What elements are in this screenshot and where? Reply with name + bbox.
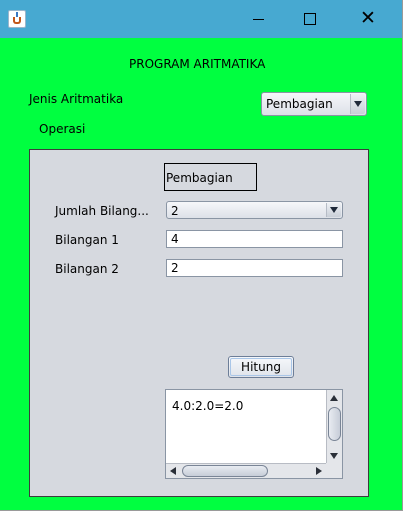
- operation-panel: Pembagian Jumlah Bilang... 2 Bilangan 1 …: [29, 149, 369, 497]
- cup-shape: [13, 17, 21, 24]
- bilangan-2-label: Bilangan 2: [55, 262, 119, 276]
- scroll-down-icon[interactable]: [330, 453, 338, 459]
- jumlah-bilangan-combo[interactable]: 2: [166, 201, 343, 219]
- vertical-scroll-thumb[interactable]: [328, 407, 341, 441]
- content-pane: PROGRAM ARITMATIKA Jenis Aritmatika Pemb…: [0, 38, 402, 510]
- bilangan-1-label: Bilangan 1: [55, 233, 119, 247]
- scroll-corner: [326, 463, 342, 478]
- java-app-icon[interactable]: [8, 10, 26, 28]
- chevron-down-icon[interactable]: [326, 203, 341, 217]
- jumlah-bilangan-value: 2: [171, 204, 179, 218]
- maximize-button[interactable]: [287, 0, 333, 38]
- operation-name-box: Pembagian: [164, 163, 257, 191]
- horizontal-scrollbar[interactable]: [166, 463, 326, 478]
- chevron-down-icon[interactable]: [350, 94, 365, 114]
- minimize-button[interactable]: [236, 0, 282, 38]
- scroll-right-icon[interactable]: [316, 467, 322, 475]
- horizontal-scroll-thumb[interactable]: [182, 465, 268, 477]
- operasi-label: Operasi: [39, 122, 86, 136]
- jenis-aritmatika-combo[interactable]: Pembagian: [261, 92, 367, 116]
- hitung-button[interactable]: Hitung: [228, 356, 294, 378]
- close-button[interactable]: ✕: [345, 0, 391, 38]
- scroll-left-icon[interactable]: [170, 467, 176, 475]
- result-scroll-pane: 4.0:2.0=2.0: [165, 389, 343, 479]
- page-title: PROGRAM ARITMATIKA: [129, 57, 266, 71]
- vertical-scrollbar[interactable]: [326, 390, 342, 464]
- bilangan-1-input[interactable]: [167, 231, 342, 247]
- app-window: ✕ PROGRAM ARITMATIKA Jenis Aritmatika Pe…: [0, 0, 403, 511]
- result-textarea[interactable]: 4.0:2.0=2.0: [166, 390, 326, 464]
- result-text: 4.0:2.0=2.0: [172, 399, 244, 413]
- jumlah-bilangan-label: Jumlah Bilang...: [55, 204, 149, 218]
- minimize-icon: [253, 19, 264, 20]
- scroll-up-icon[interactable]: [330, 395, 338, 401]
- bilangan-2-input[interactable]: [167, 260, 342, 276]
- jenis-aritmatika-value: Pembagian: [266, 97, 333, 111]
- operation-name-label: Pembagian: [166, 171, 233, 185]
- jenis-aritmatika-label: Jenis Aritmatika: [29, 92, 124, 106]
- bilangan-2-field[interactable]: [166, 259, 343, 277]
- close-icon: ✕: [360, 7, 376, 29]
- bilangan-1-field[interactable]: [166, 230, 343, 248]
- title-bar[interactable]: ✕: [0, 0, 402, 38]
- maximize-icon: [304, 13, 316, 25]
